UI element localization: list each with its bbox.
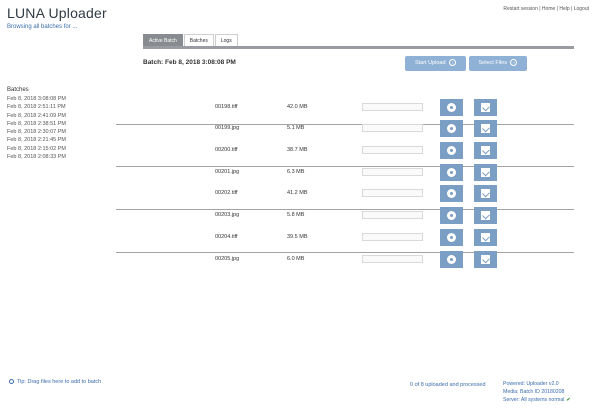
file-row: 00201.jpg 6.3 MB [143, 163, 574, 184]
approve-button[interactable] [474, 229, 497, 246]
file-name: 00202.tiff [215, 190, 238, 196]
check-icon [481, 124, 490, 133]
preview-button[interactable] [440, 185, 463, 202]
file-name: 00200.tiff [215, 147, 238, 153]
tab-logs[interactable]: Logs [214, 34, 238, 46]
footer-info-line: Media: Batch ID 20180208 [503, 389, 565, 395]
check-icon [481, 146, 490, 155]
preview-button[interactable] [440, 229, 463, 246]
tab-bar: Active Batch Batches Logs [143, 34, 239, 46]
file-row: 00198.tiff 42.0 MB [143, 98, 574, 119]
progress-bar [362, 146, 423, 154]
file-name: 00205.jpg [215, 256, 240, 262]
preview-button[interactable] [440, 164, 463, 181]
check-icon: ✔ [566, 397, 571, 403]
progress-bar [362, 255, 423, 263]
app-title: LUNA Uploader [7, 5, 107, 21]
file-name: 00203.jpg [215, 212, 240, 218]
preview-icon [447, 233, 456, 242]
approve-button[interactable] [474, 185, 497, 202]
file-size: 42.0 MB [287, 104, 308, 110]
sidebar-item[interactable]: Feb 8, 2018 2:41:09 PM [7, 112, 66, 120]
preview-icon [447, 103, 456, 112]
preview-icon [447, 189, 456, 198]
file-row: 00202.tiff 41.2 MB [143, 184, 574, 205]
progress-bar [362, 189, 423, 197]
file-name: 00204.tiff [215, 234, 238, 240]
select-files-button[interactable]: Select Files + [469, 56, 527, 71]
preview-button[interactable] [440, 142, 463, 159]
file-size: 5.1 MB [287, 125, 305, 131]
progress-bar [362, 211, 423, 219]
preview-icon [447, 255, 456, 264]
app-subtitle[interactable]: Browsing all batches for ... [7, 24, 77, 30]
sidebar-item[interactable]: Feb 8, 2018 2:21:45 PM [7, 136, 66, 144]
file-row: 00204.tiff 39.5 MB [143, 228, 574, 249]
preview-button[interactable] [440, 120, 463, 137]
check-icon [481, 211, 490, 220]
sidebar-item[interactable]: Feb 8, 2018 2:15:02 PM [7, 145, 66, 153]
approve-button[interactable] [474, 251, 497, 268]
footer-tip[interactable]: Tip: Drag files here to add to batch [9, 379, 101, 385]
tab-batches[interactable]: Batches [183, 34, 214, 46]
file-name: 00201.jpg [215, 169, 240, 175]
check-icon [481, 233, 490, 242]
file-size: 38.7 MB [287, 147, 308, 153]
file-name: 00199.jpg [215, 125, 240, 131]
footer-info: Powered: Uploader v2.0 Media: Batch ID 2… [503, 380, 571, 404]
sidebar-header: Batches [7, 87, 29, 93]
upload-icon: ↑ [449, 59, 457, 67]
check-icon [481, 103, 490, 112]
sidebar-item[interactable]: Feb 8, 2018 3:08:08 PM [7, 95, 66, 103]
approve-button[interactable] [474, 142, 497, 159]
approve-button[interactable] [474, 207, 497, 224]
file-size: 5.8 MB [287, 212, 305, 218]
batch-label: Batch: Feb 8, 2018 3:08:08 PM [143, 59, 236, 66]
file-size: 39.5 MB [287, 234, 308, 240]
progress-bar [362, 124, 423, 132]
progress-bar [362, 233, 423, 241]
file-row: 00203.jpg 5.8 MB [143, 206, 574, 227]
sidebar-item[interactable]: Feb 8, 2018 2:38:51 PM [7, 120, 66, 128]
progress-bar [362, 103, 423, 111]
preview-button[interactable] [440, 251, 463, 268]
approve-button[interactable] [474, 120, 497, 137]
sidebar-item[interactable]: Feb 8, 2018 2:30:07 PM [7, 128, 66, 136]
file-size: 41.2 MB [287, 190, 308, 196]
preview-icon [447, 124, 456, 133]
file-name: 00198.tiff [215, 104, 238, 110]
footer-tip-text: Tip: Drag files here to add to batch [17, 379, 102, 385]
sidebar-item[interactable]: Feb 8, 2018 2:51:11 PM [7, 103, 66, 111]
file-size: 6.3 MB [287, 169, 305, 175]
footer-info-line: Server: All systems normal [503, 397, 565, 403]
preview-icon [447, 211, 456, 220]
approve-button[interactable] [474, 99, 497, 116]
start-upload-button[interactable]: Start Upload ↑ [405, 56, 466, 71]
file-row: 00205.jpg 6.0 MB [143, 250, 574, 271]
sidebar-item[interactable]: Feb 8, 2018 2:08:33 PM [7, 153, 66, 161]
sidebar: Batches Feb 8, 2018 3:08:08 PM Feb 8, 20… [7, 87, 66, 161]
upload-status: 0 of 8 uploaded and processed [410, 382, 486, 388]
start-upload-label: Start Upload [414, 60, 446, 66]
check-icon [481, 168, 490, 177]
check-icon [481, 189, 490, 198]
file-size: 6.0 MB [287, 256, 305, 262]
approve-button[interactable] [474, 164, 497, 181]
tab-active-batch[interactable]: Active Batch [143, 34, 183, 46]
tab-rule [143, 46, 574, 49]
progress-bar [362, 168, 423, 176]
file-row: 00200.tiff 38.7 MB [143, 141, 574, 162]
preview-icon [447, 146, 456, 155]
add-icon: + [510, 59, 518, 67]
footer-info-line: Powered: Uploader v2.0 [503, 381, 559, 387]
info-icon [9, 379, 14, 385]
check-icon [481, 255, 490, 264]
top-links[interactable]: Restart session | Home | Help | Logout [503, 6, 589, 12]
file-row: 00199.jpg 5.1 MB [143, 119, 574, 140]
select-files-label: Select Files [478, 60, 507, 66]
preview-button[interactable] [440, 207, 463, 224]
preview-button[interactable] [440, 99, 463, 116]
preview-icon [447, 168, 456, 177]
